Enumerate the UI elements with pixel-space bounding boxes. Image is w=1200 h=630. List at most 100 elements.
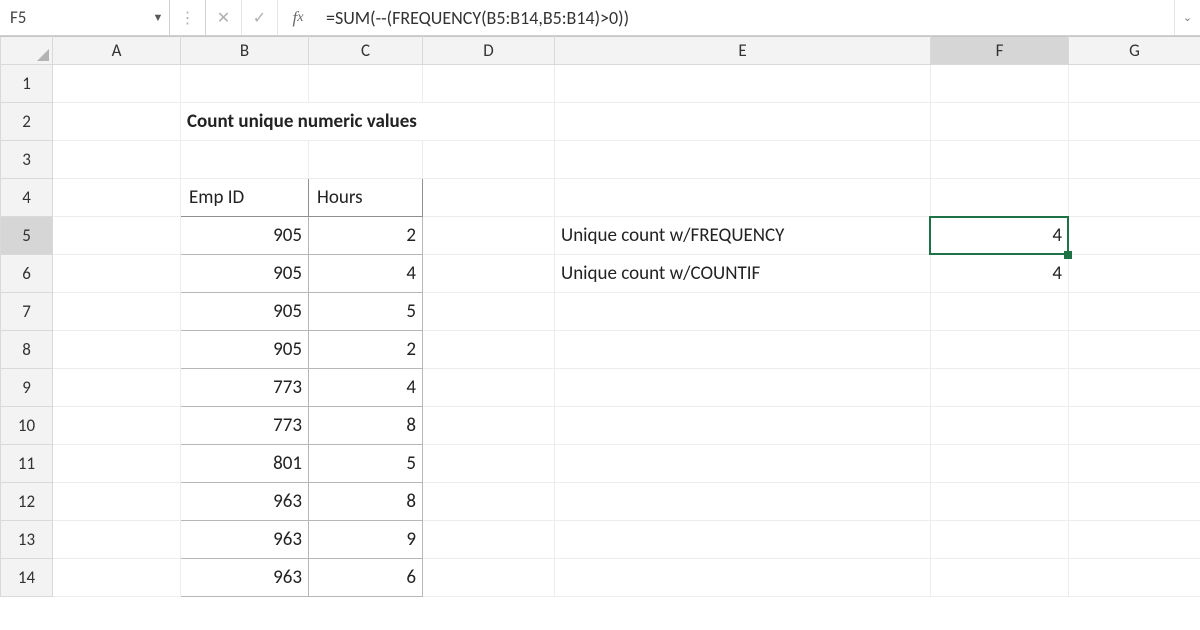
cell-D3[interactable] [423, 141, 555, 179]
cell-E12[interactable] [555, 483, 931, 521]
row-header-10[interactable]: 10 [1, 407, 53, 445]
cell-C13[interactable]: 9 [309, 521, 423, 559]
cell-F12[interactable] [931, 483, 1069, 521]
cell-E4[interactable] [555, 179, 931, 217]
value-countif[interactable]: 4 [931, 255, 1069, 293]
cell-B11[interactable]: 801 [181, 445, 309, 483]
cell-D5[interactable] [423, 217, 555, 255]
row-header-9[interactable]: 9 [1, 369, 53, 407]
cell-D14[interactable] [423, 559, 555, 597]
cell-C9[interactable]: 4 [309, 369, 423, 407]
cell-G1[interactable] [1069, 65, 1200, 103]
table-header-hours[interactable]: Hours [309, 179, 423, 217]
cell-D1[interactable] [423, 65, 555, 103]
col-header-D[interactable]: D [423, 37, 555, 65]
cell-A1[interactable] [53, 65, 181, 103]
name-box[interactable]: F5 ▼ [0, 0, 170, 35]
page-title[interactable]: Count unique numeric values [181, 103, 555, 141]
label-countif[interactable]: Unique count w/COUNTIF [555, 255, 931, 293]
cell-B9[interactable]: 773 [181, 369, 309, 407]
row-header-8[interactable]: 8 [1, 331, 53, 369]
cell-E13[interactable] [555, 521, 931, 559]
cell-A10[interactable] [53, 407, 181, 445]
fx-icon[interactable]: fx [278, 0, 318, 35]
row-header-13[interactable]: 13 [1, 521, 53, 559]
name-box-dropdown-icon[interactable]: ▼ [147, 11, 169, 24]
enter-icon[interactable]: ✓ [242, 0, 278, 35]
cell-B12[interactable]: 963 [181, 483, 309, 521]
cell-G14[interactable] [1069, 559, 1200, 597]
cell-A6[interactable] [53, 255, 181, 293]
cell-G4[interactable] [1069, 179, 1200, 217]
cell-F9[interactable] [931, 369, 1069, 407]
cell-E8[interactable] [555, 331, 931, 369]
cell-E1[interactable] [555, 65, 931, 103]
cell-E9[interactable] [555, 369, 931, 407]
cell-C7[interactable]: 5 [309, 293, 423, 331]
cell-C5[interactable]: 2 [309, 217, 423, 255]
cell-B10[interactable]: 773 [181, 407, 309, 445]
select-all-button[interactable] [1, 37, 53, 65]
cell-A14[interactable] [53, 559, 181, 597]
cell-A8[interactable] [53, 331, 181, 369]
col-header-F[interactable]: F [931, 37, 1069, 65]
cell-F10[interactable] [931, 407, 1069, 445]
cell-D6[interactable] [423, 255, 555, 293]
cell-E11[interactable] [555, 445, 931, 483]
row-header-2[interactable]: 2 [1, 103, 53, 141]
row-header-3[interactable]: 3 [1, 141, 53, 179]
col-header-G[interactable]: G [1069, 37, 1200, 65]
cell-F13[interactable] [931, 521, 1069, 559]
cell-G6[interactable] [1069, 255, 1200, 293]
cell-A7[interactable] [53, 293, 181, 331]
cell-C3[interactable] [309, 141, 423, 179]
cell-D4[interactable] [423, 179, 555, 217]
cell-A2[interactable] [53, 103, 181, 141]
cell-C12[interactable]: 8 [309, 483, 423, 521]
row-header-7[interactable]: 7 [1, 293, 53, 331]
cancel-icon[interactable]: ✕ [206, 0, 242, 35]
cell-B7[interactable]: 905 [181, 293, 309, 331]
cell-B6[interactable]: 905 [181, 255, 309, 293]
cell-A11[interactable] [53, 445, 181, 483]
value-frequency[interactable]: 4 [931, 217, 1069, 255]
cell-D8[interactable] [423, 331, 555, 369]
cell-A13[interactable] [53, 521, 181, 559]
formula-expand-icon[interactable]: ⌄ [1174, 0, 1200, 35]
cell-F1[interactable] [931, 65, 1069, 103]
cell-F11[interactable] [931, 445, 1069, 483]
cell-A4[interactable] [53, 179, 181, 217]
cell-F2[interactable] [931, 103, 1069, 141]
cell-B14[interactable]: 963 [181, 559, 309, 597]
cell-C6[interactable]: 4 [309, 255, 423, 293]
col-header-E[interactable]: E [555, 37, 931, 65]
cell-C10[interactable]: 8 [309, 407, 423, 445]
cell-E7[interactable] [555, 293, 931, 331]
cell-G8[interactable] [1069, 331, 1200, 369]
cell-G9[interactable] [1069, 369, 1200, 407]
cell-G2[interactable] [1069, 103, 1200, 141]
cell-F4[interactable] [931, 179, 1069, 217]
cell-F3[interactable] [931, 141, 1069, 179]
cell-G11[interactable] [1069, 445, 1200, 483]
cell-G5[interactable] [1069, 217, 1200, 255]
col-header-C[interactable]: C [309, 37, 423, 65]
cell-C14[interactable]: 6 [309, 559, 423, 597]
row-header-14[interactable]: 14 [1, 559, 53, 597]
spreadsheet-grid[interactable]: A B C D E F G 1 2 Count unique numeric v… [0, 36, 1200, 597]
cell-E2[interactable] [555, 103, 931, 141]
cell-C1[interactable] [309, 65, 423, 103]
cell-D13[interactable] [423, 521, 555, 559]
label-frequency[interactable]: Unique count w/FREQUENCY [555, 217, 931, 255]
cell-A9[interactable] [53, 369, 181, 407]
cell-D12[interactable] [423, 483, 555, 521]
cell-G13[interactable] [1069, 521, 1200, 559]
cell-B3[interactable] [181, 141, 309, 179]
cell-B8[interactable]: 905 [181, 331, 309, 369]
cell-B5[interactable]: 905 [181, 217, 309, 255]
row-header-4[interactable]: 4 [1, 179, 53, 217]
row-header-11[interactable]: 11 [1, 445, 53, 483]
row-header-6[interactable]: 6 [1, 255, 53, 293]
cell-A12[interactable] [53, 483, 181, 521]
cell-D9[interactable] [423, 369, 555, 407]
